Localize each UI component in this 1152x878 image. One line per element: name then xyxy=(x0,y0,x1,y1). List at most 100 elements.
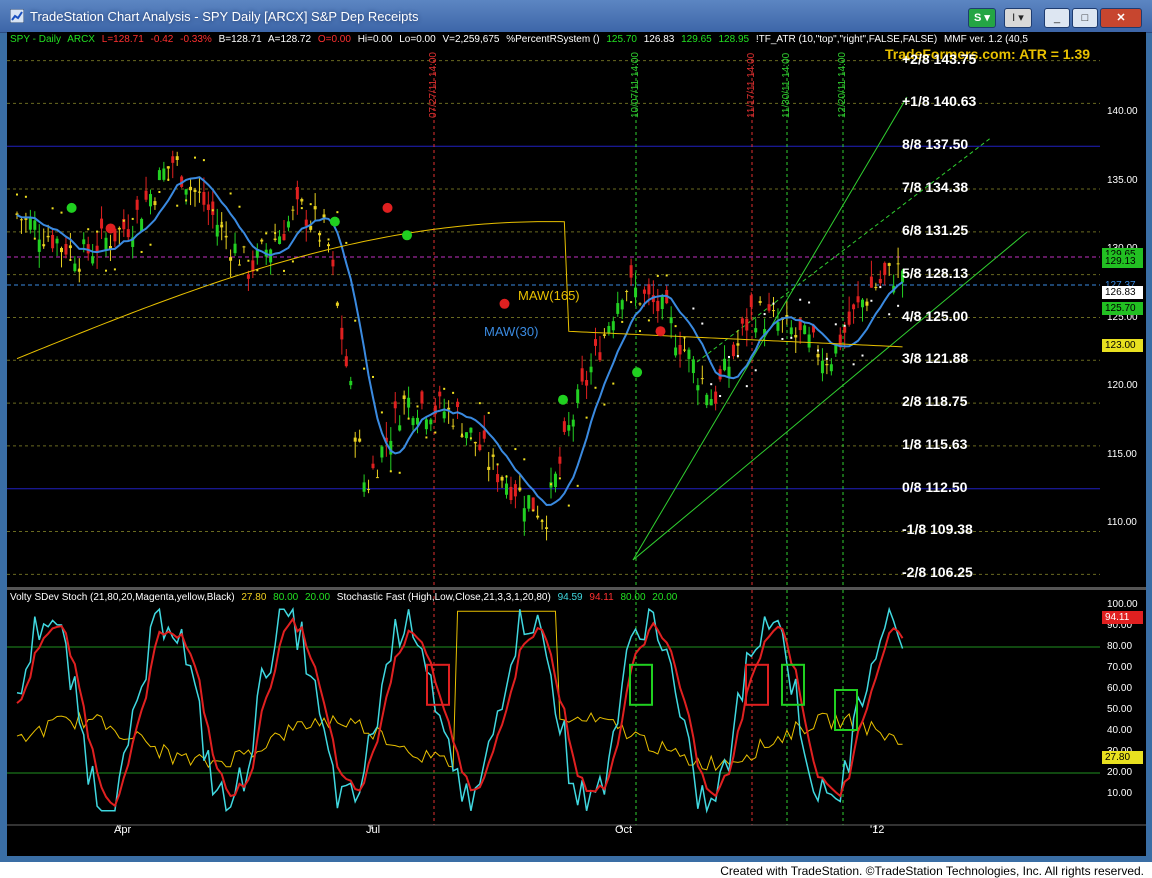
price-bar-body xyxy=(380,446,384,458)
murrey-label: +1/8 140.63 xyxy=(902,93,977,110)
price-bar-body xyxy=(820,360,824,374)
trailing-stop-dot xyxy=(843,324,846,327)
legend-exchange: ARCX xyxy=(67,34,95,45)
chart-area[interactable]: SPY - Daily ARCX L=128.71 -0.42 -0.33% B… xyxy=(7,32,1146,856)
price-bar-body xyxy=(638,303,642,305)
date-marker-label: 12/20/11 14:00 xyxy=(837,52,848,118)
indicator-i-button[interactable]: I ▾ xyxy=(1004,8,1032,28)
murrey-label: +2/8 143.75 xyxy=(902,50,977,67)
price-bar-body xyxy=(353,437,357,442)
trailing-stop-dot xyxy=(594,386,597,389)
price-bar-body xyxy=(754,328,758,333)
legend-lo: Lo=0.00 xyxy=(399,34,436,45)
price-bar-body xyxy=(687,349,691,359)
maximize-button[interactable]: □ xyxy=(1072,8,1098,28)
price-bar-body xyxy=(589,366,593,373)
price-bar-body xyxy=(843,326,847,333)
price-bar-body xyxy=(322,214,326,218)
trailing-stop-dot xyxy=(817,349,819,352)
legend-ask: A=128.72 xyxy=(267,34,312,45)
footer-copyright: Created with TradeStation. ©TradeStation… xyxy=(720,864,1144,878)
trailing-stop-dot xyxy=(683,336,686,339)
murrey-label: 3/8 121.88 xyxy=(902,350,969,367)
signal-box xyxy=(629,663,653,706)
trailing-stop-dot xyxy=(265,232,268,235)
minimize-button[interactable]: _ xyxy=(1044,8,1070,28)
trailing-stop-dot xyxy=(478,402,481,405)
price-bar-body xyxy=(727,366,731,378)
murrey-label: 8/8 137.50 xyxy=(902,136,969,153)
trailing-stop-dot xyxy=(380,411,383,414)
price-tick-label: 115.00 xyxy=(1107,448,1137,460)
price-pane-legend: SPY - Daily ARCX L=128.71 -0.42 -0.33% B… xyxy=(10,34,1032,45)
trailing-stop-dot xyxy=(621,320,624,323)
price-bar-body xyxy=(157,170,161,181)
trailing-stop-dot xyxy=(283,269,285,272)
price-bar-body xyxy=(335,302,339,306)
trailing-stop-dot xyxy=(639,330,641,333)
trailing-stop-dot xyxy=(576,484,579,487)
oscillator-marker-box: 27.80 xyxy=(1102,750,1143,764)
price-bar-body xyxy=(273,238,277,241)
trailing-stop-dot xyxy=(487,411,490,414)
price-bar-body xyxy=(580,368,584,382)
trailing-stop-dot xyxy=(42,244,45,247)
oscillator-tick-label: 50.00 xyxy=(1107,704,1133,715)
price-bar-body xyxy=(825,364,829,366)
price-bar-body xyxy=(598,352,602,361)
trailing-stop-dot xyxy=(541,519,544,522)
trailing-stop-dot xyxy=(825,357,828,360)
trailing-stop-dot xyxy=(16,193,18,196)
legend-pct: -0.33% xyxy=(180,34,212,45)
price-bar-body xyxy=(304,219,308,226)
price-bar-body xyxy=(669,317,673,324)
trailing-stop-dot xyxy=(443,387,446,390)
price-bar-body xyxy=(286,221,290,228)
pane-divider[interactable] xyxy=(7,587,1146,590)
price-bar-body xyxy=(233,243,237,254)
trailing-stop-dot xyxy=(33,237,36,240)
price-bar-body xyxy=(545,527,549,529)
channel-lower-line xyxy=(632,231,1028,561)
oscillator-marker-box: 94.11 xyxy=(1102,611,1143,625)
price-bar-body xyxy=(847,311,851,325)
legend-sys-val4: 128.95 xyxy=(718,34,750,45)
trailing-stop-dot xyxy=(567,504,570,507)
trailing-stop-dot xyxy=(692,307,695,310)
date-marker-label: 11/17/11 14:00 xyxy=(746,52,757,118)
murrey-label: 0/8 112.50 xyxy=(902,478,968,495)
price-marker-box: 125.70 xyxy=(1102,301,1143,315)
price-bar-body xyxy=(736,343,740,346)
price-bar-body xyxy=(607,326,611,333)
price-bar-body xyxy=(482,430,486,439)
chart-canvas[interactable] xyxy=(7,32,1146,856)
title-bar[interactable]: TradeStation Chart Analysis - SPY Daily … xyxy=(0,0,1152,33)
trailing-stop-dot xyxy=(434,431,437,434)
oscillator-pane-legend: Volty SDev Stoch (21,80,20,Magenta,yello… xyxy=(10,592,681,603)
price-bar-body xyxy=(629,265,633,278)
trailing-stop-dot xyxy=(256,269,259,272)
signal-dot xyxy=(632,367,643,378)
trailing-stop-dot xyxy=(719,395,722,398)
price-bar-body xyxy=(642,289,646,294)
signal-dot xyxy=(105,223,116,234)
price-bar-body xyxy=(126,229,130,238)
price-bar-body xyxy=(162,168,166,180)
close-button[interactable]: ✕ xyxy=(1100,8,1142,28)
legend-sys-val1: 125.70 xyxy=(606,34,637,45)
price-bar-body xyxy=(211,201,215,215)
price-bar-body xyxy=(714,391,718,404)
price-bar-body xyxy=(82,239,86,245)
legend-volty-value: 27.80 xyxy=(241,592,267,603)
trailing-stop-dot xyxy=(354,319,357,322)
strategy-s-button[interactable]: S ▾ xyxy=(968,8,996,28)
price-marker-box: 129.13 xyxy=(1102,254,1143,268)
trailing-stop-dot xyxy=(113,268,116,271)
price-bar-body xyxy=(393,401,397,409)
price-bar-body xyxy=(420,391,424,404)
trailing-stop-dot xyxy=(772,302,775,305)
price-tick-label: 110.00 xyxy=(1107,517,1137,528)
price-bar-body xyxy=(865,301,869,306)
trailing-stop-dot xyxy=(274,232,277,235)
date-marker-label: 07/27/11 14:00 xyxy=(428,52,439,118)
